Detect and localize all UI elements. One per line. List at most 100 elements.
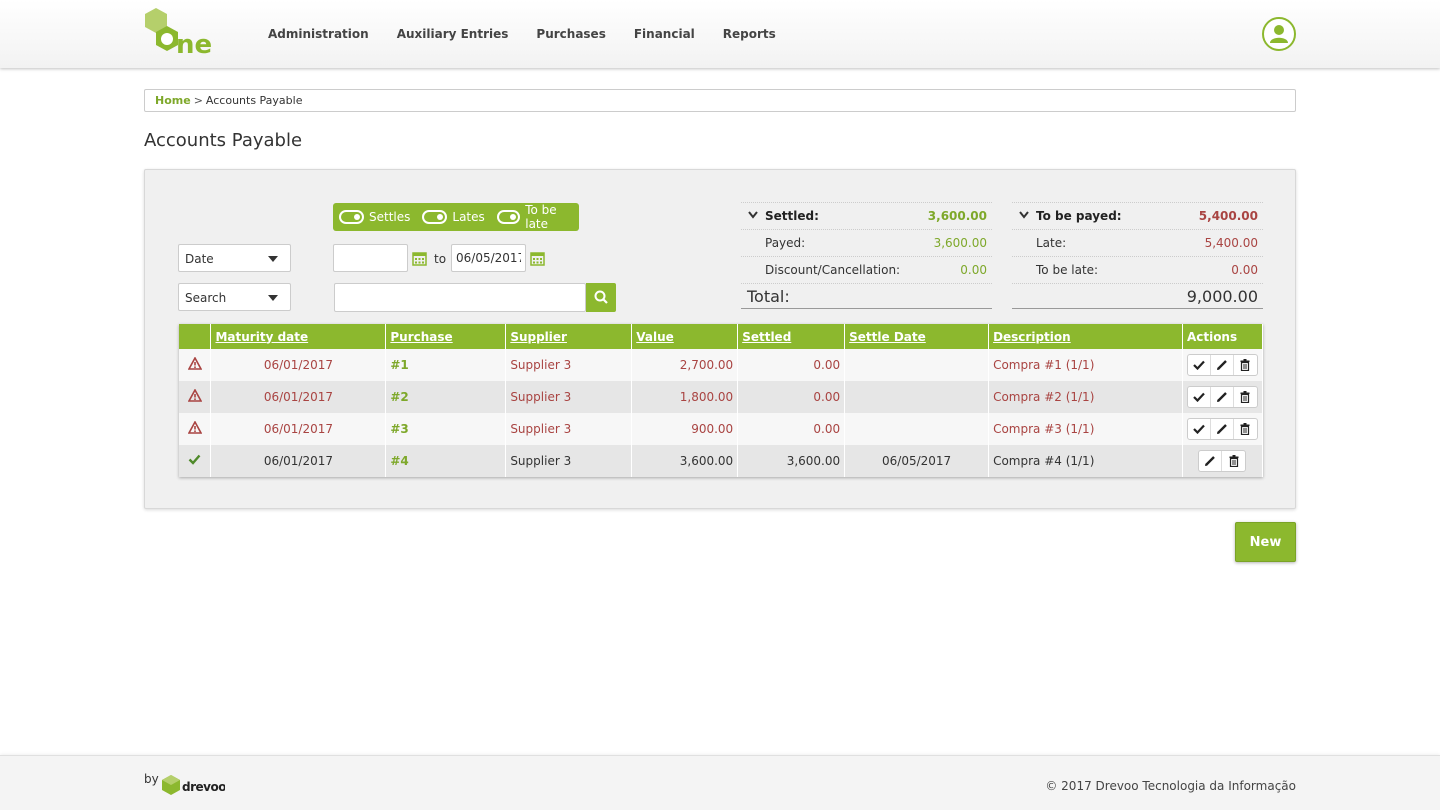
column-settled[interactable]: Settled xyxy=(737,324,846,349)
column-description[interactable]: Description xyxy=(988,324,1183,349)
settle-check-button[interactable] xyxy=(1188,419,1211,439)
purchase-link[interactable]: #4 xyxy=(385,445,507,477)
settle-check-button[interactable] xyxy=(1188,387,1211,407)
description-cell: Compra #3 (1/1) xyxy=(988,413,1183,445)
payed-value: 3,600.00 xyxy=(933,236,987,250)
delete-button[interactable] xyxy=(1222,451,1245,471)
column-value[interactable]: Value xyxy=(631,324,739,349)
pencil-icon xyxy=(1216,360,1227,370)
settled-summary: Settled: 3,600.00 Payed: 3,600.00 Discou… xyxy=(741,202,992,309)
settle-date-cell xyxy=(844,349,990,381)
breadcrumb-home-link[interactable]: Home xyxy=(155,94,191,107)
settled-value: 3,600.00 xyxy=(927,209,987,223)
check-icon xyxy=(188,454,201,465)
pencil-icon xyxy=(1216,392,1227,402)
svg-text:ne: ne xyxy=(176,30,212,60)
one-logo[interactable]: ne xyxy=(143,7,223,61)
settle-date-cell xyxy=(844,413,990,445)
delete-button[interactable] xyxy=(1234,419,1257,439)
late-label: Late: xyxy=(1036,236,1067,250)
table-row: 06/01/2017 #1 Supplier 3 2,700.00 0.00 C… xyxy=(179,349,1264,381)
trash-icon xyxy=(1240,391,1250,403)
nav-administration[interactable]: Administration xyxy=(268,27,369,41)
caret-down-icon xyxy=(268,256,278,262)
delete-button[interactable] xyxy=(1234,387,1257,407)
column-settle-date[interactable]: Settle Date xyxy=(844,324,990,349)
calendar-icon[interactable] xyxy=(530,251,545,266)
table-row: 06/01/2017 #4 Supplier 3 3,600.00 3,600.… xyxy=(179,445,1264,477)
edit-button[interactable] xyxy=(1211,387,1234,407)
switch-icon xyxy=(339,210,364,224)
column-supplier[interactable]: Supplier xyxy=(505,324,633,349)
new-button[interactable]: New xyxy=(1235,522,1296,562)
nav-auxiliary-entries[interactable]: Auxiliary Entries xyxy=(397,27,509,41)
supplier-cell: Supplier 3 xyxy=(505,381,633,413)
maturity-date-cell: 06/01/2017 xyxy=(210,413,387,445)
drevoo-logo[interactable]: drevoo xyxy=(161,773,225,797)
nav-reports[interactable]: Reports xyxy=(723,27,776,41)
discount-value: 0.00 xyxy=(960,263,987,277)
settled-cell: 0.00 xyxy=(737,381,846,413)
summary-row-late: Late: 5,400.00 xyxy=(1012,229,1263,256)
pencil-icon xyxy=(1205,456,1216,466)
date-field-select[interactable]: Date xyxy=(178,244,291,272)
settle-date-cell: 06/05/2017 xyxy=(844,445,990,477)
to-be-payed-summary-header[interactable]: To be payed: 5,400.00 xyxy=(1012,202,1263,229)
nav-purchases[interactable]: Purchases xyxy=(536,27,605,41)
supplier-cell: Supplier 3 xyxy=(505,413,633,445)
row-actions xyxy=(1186,386,1258,408)
toggle-settles[interactable]: Settles xyxy=(339,210,410,224)
user-icon xyxy=(1270,25,1288,43)
date-from-input[interactable] xyxy=(333,244,408,272)
trash-icon xyxy=(1229,455,1239,467)
to-be-payed-summary: To be payed: 5,400.00 Late: 5,400.00 To … xyxy=(1012,202,1263,309)
delete-button[interactable] xyxy=(1234,355,1257,375)
settled-cell: 0.00 xyxy=(737,413,846,445)
user-avatar-button[interactable] xyxy=(1262,17,1296,51)
value-cell: 2,700.00 xyxy=(631,349,739,381)
summary-row-discount: Discount/Cancellation: 0.00 xyxy=(741,256,992,283)
date-to-input[interactable] xyxy=(451,244,526,272)
search-input[interactable] xyxy=(334,283,586,312)
table-row: 06/01/2017 #3 Supplier 3 900.00 0.00 Com… xyxy=(179,413,1264,445)
breadcrumb-separator: > xyxy=(193,94,203,107)
table-header-row: Maturity date Purchase Supplier Value Se… xyxy=(179,324,1264,349)
late-value: 5,400.00 xyxy=(1204,236,1258,250)
status-toggles: Settles Lates To be late xyxy=(333,203,579,231)
actions-cell xyxy=(1182,381,1264,413)
toggle-settles-label: Settles xyxy=(369,210,411,224)
column-purchase[interactable]: Purchase xyxy=(385,324,507,349)
toggle-lates[interactable]: Lates xyxy=(422,210,485,224)
top-header: ne Administration Auxiliary Entries Purc… xyxy=(0,0,1440,68)
purchase-link[interactable]: #2 xyxy=(385,381,507,413)
toggle-to-be-late[interactable]: To be late xyxy=(496,203,579,231)
edit-button[interactable] xyxy=(1199,451,1223,471)
trash-icon xyxy=(1240,423,1250,435)
purchase-link[interactable]: #3 xyxy=(385,413,507,445)
row-status-cell xyxy=(179,413,212,445)
purchase-link[interactable]: #1 xyxy=(385,349,507,381)
summary-row-payed: Payed: 3,600.00 xyxy=(741,229,992,256)
edit-button[interactable] xyxy=(1211,419,1234,439)
value-cell: 900.00 xyxy=(631,413,739,445)
calendar-icon[interactable] xyxy=(412,251,427,266)
description-cell: Compra #2 (1/1) xyxy=(988,381,1183,413)
actions-cell xyxy=(1182,413,1264,445)
total-label: Total: xyxy=(747,287,790,306)
settle-check-button[interactable] xyxy=(1188,355,1211,375)
column-maturity-date[interactable]: Maturity date xyxy=(210,324,387,349)
edit-button[interactable] xyxy=(1211,355,1234,375)
search-field-select[interactable]: Search xyxy=(178,283,291,311)
row-status-cell xyxy=(179,349,212,381)
warning-icon xyxy=(187,388,203,402)
breadcrumb-current: Accounts Payable xyxy=(205,94,303,107)
settled-summary-header[interactable]: Settled: 3,600.00 xyxy=(741,202,992,229)
value-cell: 1,800.00 xyxy=(631,381,739,413)
nav-financial[interactable]: Financial xyxy=(634,27,695,41)
description-cell: Compra #4 (1/1) xyxy=(988,445,1183,477)
to-be-payed-label: To be payed: xyxy=(1036,209,1122,223)
search-button[interactable] xyxy=(586,283,616,312)
toggle-to-be-late-label: To be late xyxy=(525,203,557,231)
supplier-cell: Supplier 3 xyxy=(505,445,633,477)
discount-label: Discount/Cancellation: xyxy=(765,263,901,277)
